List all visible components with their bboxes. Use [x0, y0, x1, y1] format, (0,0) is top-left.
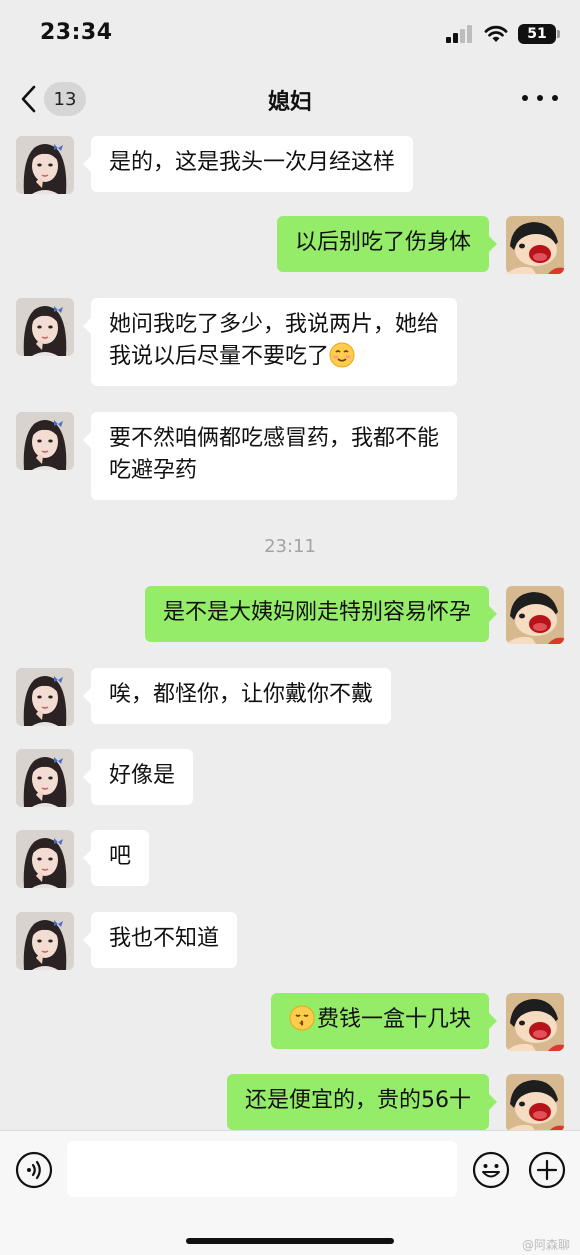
message-timestamp: 23:11: [264, 536, 316, 557]
message-bubble[interactable]: 要不然咱俩都吃感冒药，我都不能 吃避孕药: [82, 412, 458, 500]
status-time: 23:34: [40, 20, 113, 45]
message-text: 她问我吃了多少，我说两片，她给: [109, 312, 440, 337]
watermark: @阿森聊: [521, 1238, 570, 1252]
my-avatar[interactable]: [506, 1074, 564, 1130]
kissing-face-emoji: [289, 1005, 315, 1031]
more-dot-icon: [522, 95, 528, 101]
message-text: 以后别吃了伤身体: [294, 230, 471, 255]
more-options-button[interactable]: [522, 86, 558, 110]
contact-avatar[interactable]: [16, 668, 74, 726]
input-bar: @阿森聊: [0, 1130, 580, 1255]
contact-avatar[interactable]: [16, 749, 74, 807]
message-bubble[interactable]: 以后别吃了伤身体: [276, 216, 498, 272]
battery-level: 51: [527, 26, 547, 42]
message-bubble[interactable]: 她问我吃了多少，我说两片，她给 我说以后尽量不要吃了: [82, 298, 458, 386]
contact-avatar[interactable]: [16, 830, 74, 888]
message-text: 费钱一盒十几块: [316, 1007, 471, 1032]
message-text: 是不是大姨妈刚走特别容易怀孕: [162, 600, 471, 625]
system-icons: 51: [446, 24, 560, 44]
message-text: 吧: [109, 844, 132, 869]
message-bubble[interactable]: 还是便宜的，贵的56十: [227, 1074, 497, 1130]
my-avatar[interactable]: [506, 586, 564, 644]
message-bubble[interactable]: 是不是大姨妈刚走特别容易怀孕: [144, 586, 498, 642]
message-bubble[interactable]: 我也不知道: [82, 912, 238, 968]
contact-avatar[interactable]: [16, 298, 74, 356]
message-bubble[interactable]: 是的，这是我头一次月经这样: [82, 136, 414, 192]
contact-avatar[interactable]: [16, 912, 74, 970]
contact-avatar[interactable]: [16, 136, 74, 194]
message-text: 我说以后尽量不要吃了: [109, 344, 330, 369]
message-text: 是的，这是我头一次月经这样: [109, 150, 396, 175]
message-list[interactable]: 是的，这是我头一次月经这样 以后别吃了伤身体 她问我吃了多少，我说两片，她给 我…: [0, 128, 580, 1130]
message-text: 我也不知道: [109, 926, 220, 951]
more-dot-icon: [537, 95, 543, 101]
cellular-signal-icon: [446, 25, 472, 43]
voice-input-icon[interactable]: [15, 1151, 53, 1189]
contact-avatar[interactable]: [16, 412, 74, 470]
message-bubble[interactable]: 唉，都怪你，让你戴你不戴: [82, 668, 392, 724]
message-bubble[interactable]: 费钱一盒十几块: [270, 993, 498, 1049]
message-text: 好像是: [109, 763, 176, 788]
wifi-icon: [484, 25, 508, 42]
smiling-face-emoji: [329, 342, 355, 368]
emoji-picker-icon[interactable]: [472, 1151, 510, 1189]
my-avatar[interactable]: [506, 216, 564, 274]
home-indicator: [186, 1238, 394, 1244]
battery-indicator: 51: [518, 24, 560, 44]
chat-header: 13 媳妇: [0, 70, 580, 128]
message-text: 吃避孕药: [109, 458, 198, 483]
more-functions-plus-icon[interactable]: [528, 1151, 566, 1189]
more-dot-icon: [552, 95, 558, 101]
message-text: 唉，都怪你，让你戴你不戴: [109, 682, 374, 707]
my-avatar[interactable]: [506, 993, 564, 1051]
message-text: 要不然咱俩都吃感冒药，我都不能: [109, 426, 440, 451]
message-input[interactable]: [67, 1141, 457, 1197]
chat-title: 媳妇: [267, 90, 312, 115]
message-text: 还是便宜的，贵的56十: [245, 1088, 471, 1113]
message-bubble[interactable]: 吧: [82, 830, 150, 886]
status-bar: 23:34 51: [0, 0, 580, 70]
message-bubble[interactable]: 好像是: [82, 749, 194, 805]
